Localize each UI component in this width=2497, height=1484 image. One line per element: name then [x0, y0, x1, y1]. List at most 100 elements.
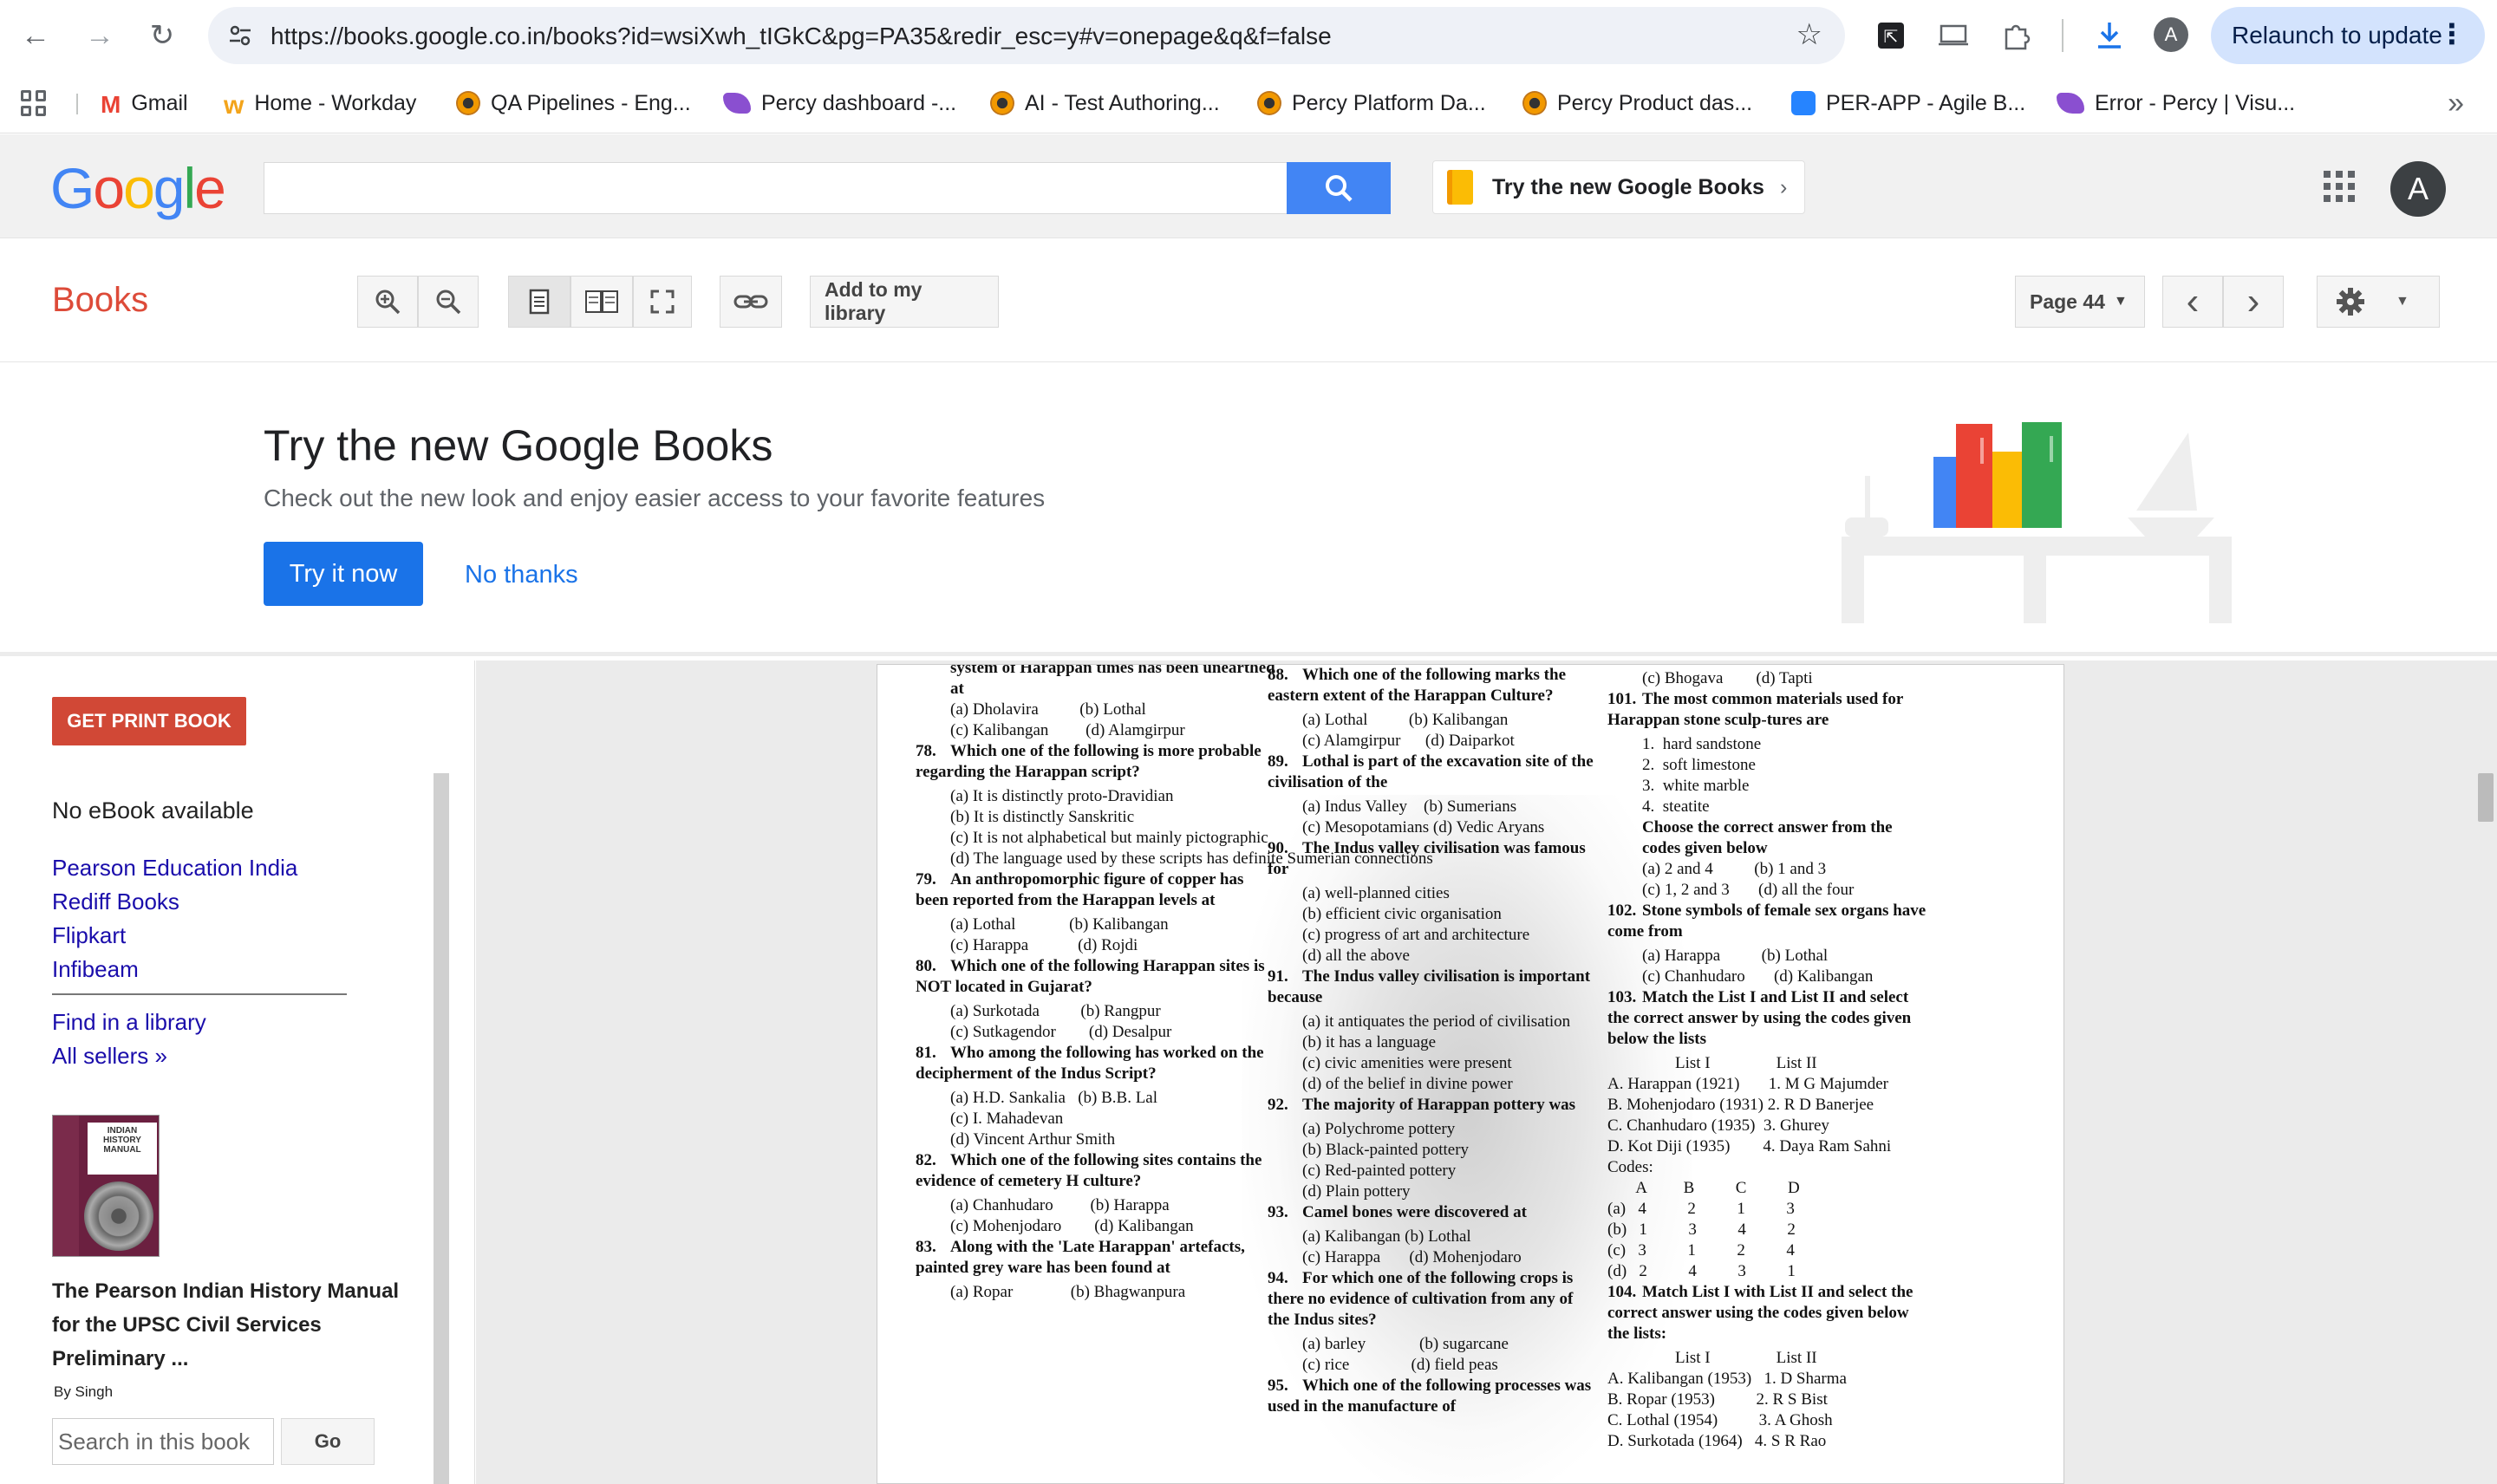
- book-viewer[interactable]: system of Harappan times has been uneart…: [476, 661, 2497, 1484]
- answer-option: (a) Lothal (b) Kalibangan: [1302, 711, 1509, 729]
- answer-option: (a) it antiquates the period of civilisa…: [1302, 1012, 1571, 1031]
- address-bar[interactable]: https://books.google.co.in/books?id=wsiX…: [208, 7, 1845, 64]
- promo-subtitle: Check out the new look and enjoy easier …: [264, 485, 1046, 511]
- sidebar-scrollbar[interactable]: [434, 773, 449, 1484]
- question-text: 88. Which one of the following marks the …: [1268, 665, 1597, 706]
- bookmark-label: Percy Product das...: [1557, 90, 1753, 115]
- search-button[interactable]: [1287, 162, 1391, 214]
- store-link-infibeam[interactable]: Infibeam: [52, 953, 297, 986]
- add-to-library-button[interactable]: Add to my library: [810, 276, 999, 328]
- question-stem: The Indus valley civilisation is importa…: [1268, 967, 1591, 1006]
- caret-down-icon: ▼: [2396, 294, 2409, 309]
- answer-option: (d) all the above: [1302, 947, 1410, 965]
- books-title[interactable]: Books: [52, 281, 148, 320]
- single-page-view-button[interactable]: [508, 276, 570, 328]
- question-stem: Match the List I and List II and select …: [1607, 988, 1912, 1048]
- back-icon[interactable]: ←: [12, 12, 59, 59]
- extension-icon[interactable]: ⇱: [1871, 16, 1911, 55]
- match-row: A. Kalibangan (1953) 1. D Sharma: [1607, 1370, 1847, 1388]
- viewer-scrollbar[interactable]: [2478, 773, 2494, 822]
- zoom-in-button[interactable]: [357, 276, 418, 328]
- match-row: D. Kot Diji (1935) 4. Daya Ram Sahni: [1607, 1137, 1892, 1155]
- link-button[interactable]: [720, 276, 782, 328]
- bookmark-label: QA Pipelines - Eng...: [491, 90, 691, 115]
- question-text: 79. An anthropomorphic figure of copper h…: [916, 869, 1280, 911]
- url-text[interactable]: https://books.google.co.in/books?id=wsiX…: [271, 23, 1332, 50]
- library-links: Find in a library All sellers »: [52, 1006, 206, 1073]
- answer-option: (a) 2 and 4 (b) 1 and 3: [1642, 860, 1827, 878]
- book-cover[interactable]: INDIAN HISTORY MANUAL: [52, 1115, 160, 1257]
- find-in-library-link[interactable]: Find in a library: [52, 1006, 206, 1039]
- relaunch-button[interactable]: Relaunch to update ⋮: [2211, 7, 2485, 64]
- try-new-books-chip[interactable]: Try the new Google Books ›: [1432, 160, 1805, 214]
- bookmark-percy-product[interactable]: Percy Product das...: [1522, 88, 1752, 118]
- previous-page-button[interactable]: ‹: [2162, 276, 2223, 328]
- bookmark-percy-dashboard[interactable]: Percy dashboard -...: [723, 88, 956, 118]
- chevron-right-icon: ›: [2246, 280, 2260, 322]
- settings-menu-button[interactable]: ▼: [2317, 276, 2440, 328]
- get-print-book-button[interactable]: GET PRINT BOOK: [52, 697, 246, 745]
- page-column-1: system of Harappan times has been uneart…: [916, 665, 1433, 1303]
- answer-option: List I List II: [1642, 1054, 1817, 1072]
- match-row: C. Chanhudaro (1935) 3. Ghurey: [1607, 1116, 1829, 1135]
- question-stem: For which one of the following crops is …: [1268, 1269, 1574, 1329]
- bookmark-workday[interactable]: w Home - Workday: [224, 88, 416, 120]
- profile-avatar[interactable]: A: [2154, 17, 2188, 52]
- bookshelf-illustration: [1842, 422, 2232, 623]
- next-page-button[interactable]: ›: [2223, 276, 2284, 328]
- question-stem: Which one of the following processes was…: [1268, 1377, 1592, 1416]
- bookmark-qa-pipelines[interactable]: QA Pipelines - Eng...: [456, 88, 691, 118]
- search-in-book-input[interactable]: Search in this book: [52, 1418, 274, 1465]
- download-icon[interactable]: [2090, 16, 2129, 55]
- store-link-flipkart[interactable]: Flipkart: [52, 919, 297, 953]
- account-avatar[interactable]: A: [2390, 161, 2446, 217]
- google-header: Google Try the new Google Books ›: [0, 134, 2497, 238]
- answer-option: (b) It is distinctly Sanskritic: [950, 808, 1135, 826]
- zoom-in-icon: [375, 290, 401, 315]
- more-bookmarks-icon[interactable]: »: [2448, 87, 2464, 120]
- page-select[interactable]: Page 44 ▼: [2015, 276, 2145, 328]
- question-text: 83. Along with the 'Late Harappan' artefa…: [916, 1237, 1280, 1279]
- store-link-pearson[interactable]: Pearson Education India: [52, 851, 297, 885]
- fullscreen-button[interactable]: [633, 276, 692, 328]
- answer-option: (c) civic amenities were present: [1302, 1054, 1512, 1072]
- bookmark-percy-platform[interactable]: Percy Platform Da...: [1257, 88, 1486, 118]
- question-text: 103. Match the List I and List II and sel…: [1607, 987, 1928, 1050]
- extensions-puzzle-icon[interactable]: [1996, 16, 2036, 55]
- bookmark-gmail[interactable]: M Gmail: [101, 88, 188, 119]
- no-thanks-link[interactable]: No thanks: [465, 561, 578, 589]
- site-info-icon[interactable]: [222, 17, 258, 54]
- apps-grid-icon[interactable]: [21, 90, 47, 116]
- question-text: 104. Match List I with List II and select…: [1607, 1282, 1928, 1344]
- two-page-view-button[interactable]: [570, 276, 633, 328]
- bookmark-error-percy[interactable]: Error - Percy | Visu...: [2057, 88, 2295, 118]
- reload-icon[interactable]: ↻: [139, 12, 186, 59]
- store-link-rediff[interactable]: Rediff Books: [52, 885, 297, 919]
- google-search-input[interactable]: [264, 162, 1288, 214]
- more-vert-icon: ⋮: [2438, 18, 2466, 49]
- match-row: A. Harappan (1921) 1. M G Majumder: [1607, 1075, 1888, 1093]
- question-stem: Stone symbols of female sex organs have …: [1607, 901, 1927, 941]
- bookmark-star-icon[interactable]: ☆: [1796, 17, 1822, 52]
- google-apps-icon[interactable]: [2324, 171, 2355, 202]
- question-number: 81.: [916, 1044, 936, 1062]
- cast-icon[interactable]: [1933, 16, 1973, 55]
- go-button[interactable]: Go: [281, 1418, 375, 1465]
- bookmark-ai-test-authoring[interactable]: AI - Test Authoring...: [990, 88, 1220, 118]
- google-logo[interactable]: Google: [50, 155, 226, 221]
- cover-strip: [53, 1116, 79, 1256]
- all-sellers-link[interactable]: All sellers »: [52, 1039, 206, 1073]
- question-stem: Which one of the following marks the eas…: [1268, 666, 1566, 705]
- forward-icon[interactable]: →: [76, 12, 123, 59]
- match-row: (d) 2 4 3 1: [1607, 1262, 1796, 1280]
- question-text: 95. Which one of the following processes …: [1268, 1376, 1597, 1417]
- answer-option: (c) It is not alphabetical but mainly pi…: [950, 829, 1268, 847]
- question-number: 78.: [916, 742, 936, 760]
- try-it-now-button[interactable]: Try it now: [264, 542, 423, 606]
- question-text: 78. Which one of the following is more pr…: [916, 741, 1280, 783]
- bookmark-label: AI - Test Authoring...: [1025, 90, 1220, 115]
- answer-option: (c) Bhogava (d) Tapti: [1642, 669, 1813, 687]
- question-number: 93.: [1268, 1203, 1288, 1221]
- bookmark-per-app[interactable]: PER-APP - Agile B...: [1791, 88, 2025, 118]
- zoom-out-button[interactable]: [418, 276, 479, 328]
